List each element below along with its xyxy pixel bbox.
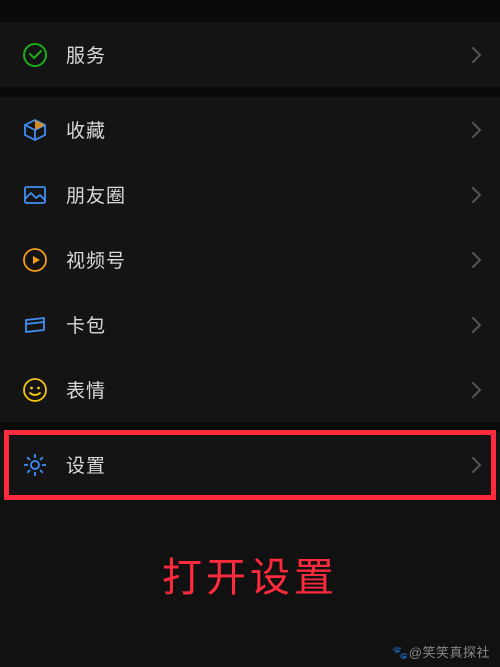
row-stickers-label: 表情 — [66, 376, 472, 403]
gear-icon — [22, 452, 48, 478]
row-settings[interactable]: 设置 — [0, 432, 500, 497]
image-icon — [22, 182, 48, 208]
row-cards[interactable]: 卡包 — [0, 292, 500, 357]
row-favorites[interactable]: 收藏 — [0, 97, 500, 162]
spacer-top — [0, 0, 500, 22]
wechat-pay-icon — [22, 42, 48, 68]
watermark: 🐾@笑笑真探社 — [392, 642, 490, 661]
row-cards-label: 卡包 — [66, 311, 472, 338]
row-settings-label: 设置 — [66, 451, 472, 478]
row-moments-label: 朋友圈 — [66, 181, 472, 208]
row-favorites-label: 收藏 — [66, 116, 472, 143]
row-services-label: 服务 — [66, 41, 472, 68]
play-circle-icon — [22, 247, 48, 273]
row-channels-label: 视频号 — [66, 246, 472, 273]
row-moments[interactable]: 朋友圈 — [0, 162, 500, 227]
chevron-right-icon — [472, 382, 482, 398]
section-services: 服务 — [0, 22, 500, 87]
chevron-right-icon — [472, 47, 482, 63]
me-tab-screen: 服务 收藏 — [0, 0, 500, 667]
section-main: 收藏 朋友圈 视频号 — [0, 97, 500, 422]
cube-icon — [22, 117, 48, 143]
section-separator — [0, 87, 500, 97]
section-settings: 设置 — [0, 432, 500, 497]
card-icon — [22, 312, 48, 338]
chevron-right-icon — [472, 122, 482, 138]
annotation-text: 打开设置 — [0, 545, 500, 603]
chevron-right-icon — [472, 252, 482, 268]
chevron-right-icon — [472, 317, 482, 333]
row-services[interactable]: 服务 — [0, 22, 500, 87]
section-separator — [0, 422, 500, 432]
row-stickers[interactable]: 表情 — [0, 357, 500, 422]
chevron-right-icon — [472, 187, 482, 203]
chevron-right-icon — [472, 457, 482, 473]
smile-icon — [22, 377, 48, 403]
row-channels[interactable]: 视频号 — [0, 227, 500, 292]
